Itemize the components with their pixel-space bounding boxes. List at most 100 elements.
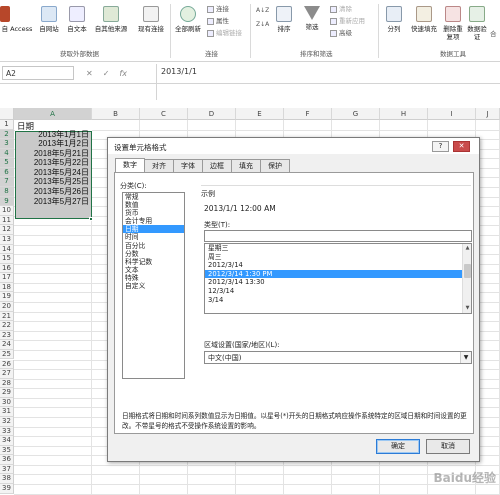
column-header[interactable]: D xyxy=(188,108,236,120)
row-header[interactable]: 4 xyxy=(0,148,14,159)
flash-fill-button[interactable]: 快速填充 xyxy=(408,2,440,33)
filter-button[interactable]: 筛选 xyxy=(300,2,324,31)
scroll-down-icon[interactable]: ▼ xyxy=(463,304,471,313)
row-header[interactable]: 17 xyxy=(0,273,14,283)
row-header[interactable]: 29 xyxy=(0,388,14,398)
insert-function-icon[interactable]: fx xyxy=(119,69,127,78)
category-list[interactable]: 常规 数值 货币 会计专用 日期 时间 百分比 分数 科学记数 文本 特殊 自定义 xyxy=(122,192,185,379)
text-to-columns-button[interactable]: 分列 xyxy=(382,2,406,33)
row-header[interactable]: 30 xyxy=(0,397,14,408)
close-button[interactable]: ✕ xyxy=(453,141,470,152)
column-header[interactable]: I xyxy=(428,108,476,120)
row-header[interactable]: 13 xyxy=(0,234,14,245)
consolidate-button[interactable]: 合 xyxy=(490,30,497,39)
clear-filter-button[interactable]: 清除 xyxy=(330,5,352,14)
tab-alignment[interactable]: 对齐 xyxy=(144,159,174,172)
row-header[interactable]: 9 xyxy=(0,196,14,207)
sort-az-button[interactable]: A↓Z xyxy=(256,6,269,15)
row-header[interactable]: 12 xyxy=(0,225,14,235)
fill-handle[interactable] xyxy=(89,217,93,221)
row-header[interactable]: 32 xyxy=(0,416,14,427)
sort-button[interactable]: 排序 xyxy=(272,2,296,33)
tab-number[interactable]: 数字 xyxy=(115,158,145,172)
advanced-filter-button[interactable]: 高级 xyxy=(330,29,352,38)
help-button[interactable]: ? xyxy=(432,141,449,152)
remove-duplicates-button[interactable]: 删除重复项 xyxy=(442,2,464,41)
row-header[interactable]: 16 xyxy=(0,263,14,274)
row-header[interactable]: 35 xyxy=(0,445,14,456)
date-cell[interactable]: 2013年5月26日 xyxy=(15,187,91,197)
date-cell[interactable]: 2018年5月21日 xyxy=(15,149,91,159)
reapply-button[interactable]: 重新应用 xyxy=(330,17,365,26)
category-item[interactable]: 特殊 xyxy=(123,274,184,282)
row-header[interactable]: 27 xyxy=(0,369,14,379)
type-item[interactable]: 2012/3/14 1:30 PM xyxy=(205,269,471,279)
cancel-button[interactable]: 取消 xyxy=(426,439,470,454)
row-header[interactable]: 26 xyxy=(0,359,14,370)
row-header[interactable]: 31 xyxy=(0,407,14,417)
type-input[interactable] xyxy=(204,230,472,242)
select-all-corner[interactable] xyxy=(0,108,14,120)
category-item[interactable]: 会计专用 xyxy=(123,217,184,225)
locale-select[interactable]: 中文(中国) ▼ xyxy=(204,351,472,364)
row-header[interactable]: 24 xyxy=(0,340,14,350)
column-header[interactable]: F xyxy=(284,108,332,120)
row-header[interactable]: 11 xyxy=(0,215,14,226)
properties-button[interactable]: 属性 xyxy=(207,17,229,26)
row-header[interactable]: 25 xyxy=(0,349,14,360)
from-other-sources-button[interactable]: 自其他来源 xyxy=(92,2,130,33)
tab-protection[interactable]: 保护 xyxy=(260,159,290,172)
sort-za-button[interactable]: Z↓A xyxy=(256,20,269,29)
tab-fill[interactable]: 填充 xyxy=(231,159,261,172)
row-header[interactable]: 15 xyxy=(0,254,14,264)
from-access-button[interactable]: 自 Access xyxy=(0,2,34,33)
row-header[interactable]: 3 xyxy=(0,139,14,149)
row-header[interactable]: 1 xyxy=(0,120,14,130)
column-header[interactable]: E xyxy=(236,108,284,120)
category-item[interactable]: 时间 xyxy=(123,233,184,241)
name-box[interactable]: A2 xyxy=(2,66,74,80)
row-header[interactable]: 39 xyxy=(0,484,14,494)
row-header[interactable]: 37 xyxy=(0,464,14,475)
type-item[interactable]: 12/3/14 xyxy=(205,287,471,296)
row-header[interactable]: 14 xyxy=(0,244,14,255)
column-header[interactable]: H xyxy=(380,108,428,120)
row-header[interactable]: 22 xyxy=(0,321,14,331)
column-header[interactable]: A xyxy=(14,108,92,120)
type-item[interactable]: 2012/3/14 xyxy=(205,261,471,270)
data-validation-button[interactable]: 数据验证 xyxy=(466,2,488,41)
row-header[interactable]: 34 xyxy=(0,436,14,446)
enter-icon[interactable]: ✓ xyxy=(103,69,110,78)
row-header[interactable]: 28 xyxy=(0,378,14,389)
tab-border[interactable]: 边框 xyxy=(202,159,232,172)
type-list-scrollbar[interactable]: ▲ ▼ xyxy=(462,244,471,313)
row-header[interactable]: 20 xyxy=(0,302,14,312)
column-header[interactable]: C xyxy=(140,108,188,120)
row-header[interactable]: 5 xyxy=(0,158,14,168)
cancel-icon[interactable]: ✕ xyxy=(86,69,93,78)
row-header[interactable]: 7 xyxy=(0,177,14,188)
row-header[interactable]: 38 xyxy=(0,474,14,485)
category-item[interactable]: 数值 xyxy=(123,201,184,209)
date-cell[interactable]: 2013年5月27日 xyxy=(15,197,91,207)
scroll-up-icon[interactable]: ▲ xyxy=(463,244,471,253)
category-item[interactable]: 分数 xyxy=(123,250,184,258)
row-header[interactable]: 2 xyxy=(0,129,14,140)
column-header[interactable]: B xyxy=(92,108,140,120)
date-cell[interactable]: 2013年1月2日 xyxy=(15,139,91,149)
type-item[interactable]: 星期三 xyxy=(205,244,471,253)
tab-font[interactable]: 字体 xyxy=(173,159,203,172)
row-header[interactable]: 18 xyxy=(0,282,14,293)
type-item[interactable]: 3/14 xyxy=(205,296,471,305)
connections-button[interactable]: 连接 xyxy=(207,5,229,14)
row-header[interactable]: 10 xyxy=(0,206,14,216)
type-item[interactable]: 2012/3/14 13:30 xyxy=(205,278,471,287)
ok-button[interactable]: 确定 xyxy=(376,439,420,454)
category-item[interactable]: 科学记数 xyxy=(123,258,184,266)
scroll-thumb[interactable] xyxy=(464,264,471,278)
type-item[interactable]: 周三 xyxy=(205,253,471,262)
row-header[interactable]: 8 xyxy=(0,187,14,197)
row-header[interactable]: 33 xyxy=(0,426,14,437)
edit-links-button[interactable]: 编辑链接 xyxy=(207,29,242,38)
category-item[interactable]: 自定义 xyxy=(123,282,184,290)
